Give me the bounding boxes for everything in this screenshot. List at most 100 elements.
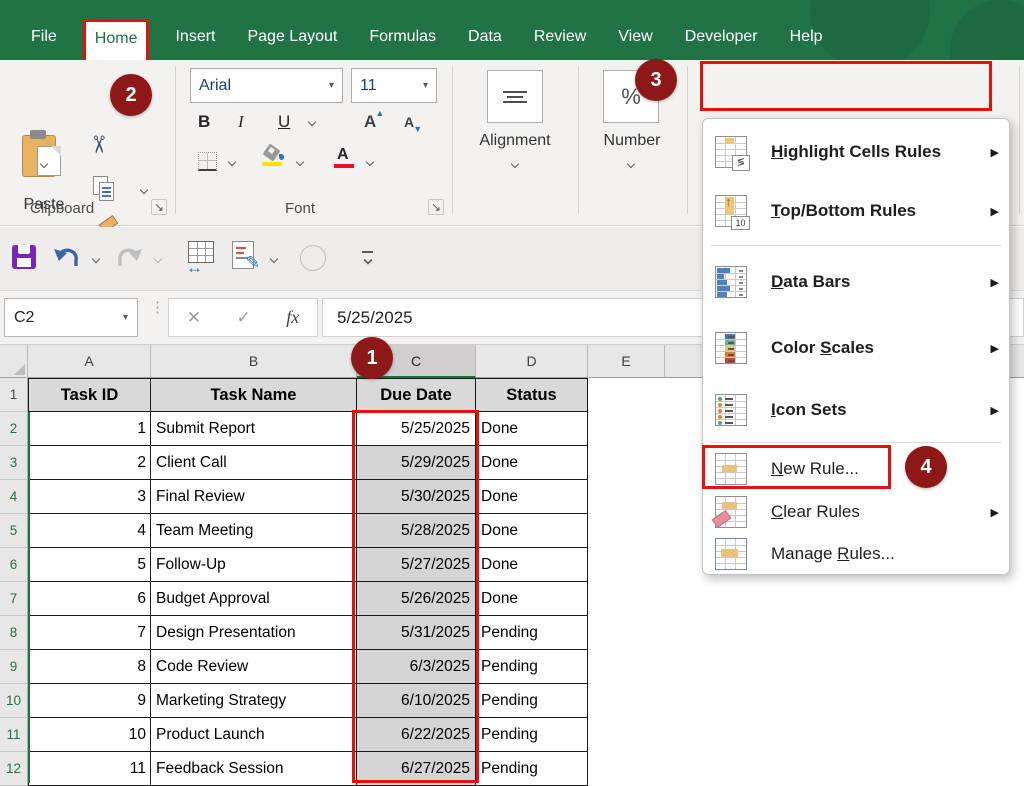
cell-due-date[interactable]: 5/27/2025 (357, 548, 476, 582)
tab-file[interactable]: File (22, 20, 66, 60)
menu-item-data-bars[interactable]: Data Bars▶ (703, 250, 1009, 314)
borders-button[interactable] (198, 152, 217, 171)
column-header-e[interactable]: E (588, 345, 665, 378)
cell-status[interactable]: Done (476, 412, 588, 446)
row-header-5[interactable]: 5 (0, 514, 28, 548)
edit-dropdown-chevron-icon[interactable] (270, 255, 278, 263)
underline-dropdown-chevron-icon[interactable] (308, 118, 316, 126)
cell-task-id[interactable]: 9 (28, 684, 151, 718)
cell-status[interactable]: Done (476, 548, 588, 582)
customize-toolbar-icon[interactable] (362, 251, 374, 263)
increase-font-button[interactable]: A▲ (364, 112, 376, 132)
menu-item-top-bottom-rules[interactable]: ↑10Top/Bottom Rules▶ (703, 181, 1009, 241)
font-name-combobox[interactable]: Arial▾ (190, 68, 343, 103)
cell-status[interactable]: Pending (476, 752, 588, 786)
select-all-corner[interactable] (0, 345, 28, 378)
cell-task-id[interactable]: 5 (28, 548, 151, 582)
column-header-d[interactable]: D (476, 345, 588, 378)
tab-home[interactable]: Home (86, 22, 147, 60)
cell-task-name[interactable]: Team Meeting (151, 514, 357, 548)
font-size-combobox[interactable]: 11▾ (351, 68, 437, 103)
cell-status[interactable]: Done (476, 582, 588, 616)
cell-task-id[interactable]: 11 (28, 752, 151, 786)
underline-button[interactable]: U (278, 112, 290, 132)
cell-task-name[interactable]: Client Call (151, 446, 357, 480)
cell-due-date[interactable]: 5/28/2025 (357, 514, 476, 548)
tab-help[interactable]: Help (781, 20, 832, 60)
paste-dropdown-chevron-icon[interactable] (40, 160, 48, 168)
cell-due-date[interactable]: 6/10/2025 (357, 684, 476, 718)
menu-item-new-rule[interactable]: New Rule... (703, 447, 1009, 491)
copy-dropdown-chevron-icon[interactable] (140, 186, 148, 194)
name-box[interactable]: C2 ▾ (4, 298, 138, 337)
font-dialog-launcher[interactable]: ↘ (428, 199, 444, 215)
cell-task-id[interactable]: 4 (28, 514, 151, 548)
fill-color-button[interactable] (262, 146, 286, 168)
cell-e[interactable] (588, 752, 665, 786)
cell-e[interactable] (588, 480, 665, 514)
table-header-status[interactable]: Status (476, 378, 588, 412)
tab-data[interactable]: Data (459, 20, 511, 60)
formula-bar-resize-handle[interactable]: ⋮ (150, 303, 165, 312)
table-header-task-id[interactable]: Task ID (28, 378, 151, 412)
row-header-9[interactable]: 9 (0, 650, 28, 684)
cell-e[interactable] (588, 446, 665, 480)
cell-task-id[interactable]: 2 (28, 446, 151, 480)
circle-shape-icon[interactable] (300, 245, 326, 271)
cell-e[interactable] (588, 582, 665, 616)
row-header-1[interactable]: 1 (0, 378, 28, 412)
menu-item-manage-rules[interactable]: Manage Rules... (703, 533, 1009, 575)
fill-color-chevron-icon[interactable] (296, 158, 304, 166)
cancel-icon[interactable]: ✕ (187, 308, 201, 328)
cell-e[interactable] (588, 650, 665, 684)
edit-document-icon[interactable]: ✎ (230, 241, 258, 271)
copy-button[interactable] (93, 176, 117, 202)
cell-status[interactable]: Pending (476, 718, 588, 752)
bold-button[interactable]: B (198, 112, 210, 132)
font-color-button[interactable]: A (334, 148, 354, 170)
cell-task-id[interactable]: 7 (28, 616, 151, 650)
menu-item-icon-sets[interactable]: Icon Sets▶ (703, 382, 1009, 438)
undo-icon[interactable] (52, 247, 82, 271)
cell-task-id[interactable]: 6 (28, 582, 151, 616)
column-header-b[interactable]: B (151, 345, 357, 378)
cell-due-date[interactable]: 5/29/2025 (357, 446, 476, 480)
tab-view[interactable]: View (609, 20, 661, 60)
menu-item-clear-rules[interactable]: Clear Rules▶ (703, 491, 1009, 533)
row-header-4[interactable]: 4 (0, 480, 28, 514)
cell-task-id[interactable]: 8 (28, 650, 151, 684)
clipboard-dialog-launcher[interactable]: ↘ (151, 199, 167, 215)
cell-task-name[interactable]: Submit Report (151, 412, 357, 446)
cut-icon[interactable]: ✂ (84, 134, 113, 154)
cell-status[interactable]: Pending (476, 684, 588, 718)
row-header-11[interactable]: 11 (0, 718, 28, 752)
cell-due-date[interactable]: 5/25/2025 (357, 412, 476, 446)
cell-e[interactable] (588, 684, 665, 718)
cell-e[interactable] (588, 412, 665, 446)
tab-developer[interactable]: Developer (676, 20, 767, 60)
paste-button[interactable] (22, 130, 66, 182)
number-chevron-icon[interactable] (627, 160, 635, 168)
cell-task-name[interactable]: Budget Approval (151, 582, 357, 616)
row-header-2[interactable]: 2 (0, 412, 28, 446)
cell-status[interactable]: Done (476, 514, 588, 548)
cell-task-name[interactable]: Final Review (151, 480, 357, 514)
row-header-7[interactable]: 7 (0, 582, 28, 616)
row-header-8[interactable]: 8 (0, 616, 28, 650)
autofit-columns-icon[interactable]: ↔ (184, 241, 214, 271)
row-header-12[interactable]: 12 (0, 752, 28, 786)
cell-task-name[interactable]: Feedback Session (151, 752, 357, 786)
cell-task-name[interactable]: Product Launch (151, 718, 357, 752)
menu-item-color-scales[interactable]: Color Scales▶ (703, 314, 1009, 382)
cell-task-name[interactable]: Follow-Up (151, 548, 357, 582)
cell-due-date[interactable]: 6/22/2025 (357, 718, 476, 752)
cell-task-id[interactable]: 3 (28, 480, 151, 514)
cell-task-name[interactable]: Marketing Strategy (151, 684, 357, 718)
column-header-a[interactable]: A (28, 345, 151, 378)
insert-function-icon[interactable]: fx (286, 307, 299, 328)
cell-task-name[interactable]: Design Presentation (151, 616, 357, 650)
number-group-button[interactable]: Number (578, 132, 686, 150)
tab-formulas[interactable]: Formulas (360, 20, 445, 60)
cell-e[interactable] (588, 718, 665, 752)
alignment-button-frame[interactable] (487, 70, 543, 123)
